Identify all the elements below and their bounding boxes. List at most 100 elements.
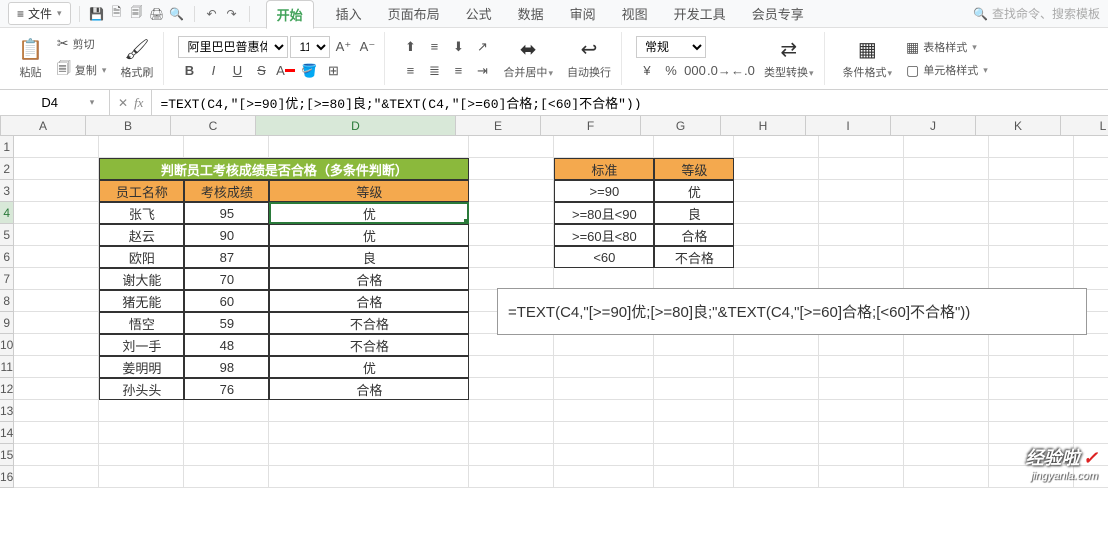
cell-I2[interactable] <box>819 158 904 180</box>
tab-dev-tools[interactable]: 开发工具 <box>670 0 730 29</box>
cell-H1[interactable] <box>734 136 819 158</box>
cell-K4[interactable] <box>989 202 1074 224</box>
file-menu[interactable]: ≡ 文件 ▾ <box>8 2 71 25</box>
cell-G5[interactable]: 合格 <box>654 224 734 246</box>
cell-A5[interactable] <box>14 224 99 246</box>
tab-page-layout[interactable]: 页面布局 <box>384 0 444 29</box>
conditional-format-button[interactable]: ▦ 条件格式▾ <box>839 35 897 82</box>
cell-I3[interactable] <box>819 180 904 202</box>
cut-button[interactable]: ✂剪切 <box>53 33 111 54</box>
cell-F2[interactable]: 标准 <box>554 158 654 180</box>
row-header-13[interactable]: 13 <box>0 400 14 422</box>
cell-B14[interactable] <box>99 422 184 444</box>
cell-G13[interactable] <box>654 400 734 422</box>
redo-icon[interactable]: ↷ <box>223 5 241 23</box>
cell-A8[interactable] <box>14 290 99 312</box>
cell-E6[interactable] <box>469 246 554 268</box>
row-header-6[interactable]: 6 <box>0 246 14 268</box>
number-format-select[interactable]: 常规 <box>636 36 706 58</box>
cell-F6[interactable]: <60 <box>554 246 654 268</box>
cell-F12[interactable] <box>554 378 654 400</box>
cell-H3[interactable] <box>734 180 819 202</box>
cell-C7[interactable]: 70 <box>184 268 269 290</box>
cell-A2[interactable] <box>14 158 99 180</box>
row-header-3[interactable]: 3 <box>0 180 14 202</box>
tab-start[interactable]: 开始 <box>266 0 314 29</box>
cell-H12[interactable] <box>734 378 819 400</box>
cell-D15[interactable] <box>269 444 469 466</box>
cell-D7[interactable]: 合格 <box>269 268 469 290</box>
cell-J3[interactable] <box>904 180 989 202</box>
type-convert-button[interactable]: ⇄ 类型转换▾ <box>760 35 818 82</box>
cell-H10[interactable] <box>734 334 819 356</box>
cell-E15[interactable] <box>469 444 554 466</box>
cell-J13[interactable] <box>904 400 989 422</box>
cell-E5[interactable] <box>469 224 554 246</box>
cell-G7[interactable] <box>654 268 734 290</box>
cell-E3[interactable] <box>469 180 554 202</box>
cell-D10[interactable]: 不合格 <box>269 334 469 356</box>
cell-B16[interactable] <box>99 466 184 488</box>
cell-K10[interactable] <box>989 334 1074 356</box>
cell-E2[interactable] <box>469 158 554 180</box>
row-header-7[interactable]: 7 <box>0 268 14 290</box>
column-header-H[interactable]: H <box>721 116 806 135</box>
cell-J1[interactable] <box>904 136 989 158</box>
column-header-J[interactable]: J <box>891 116 976 135</box>
cell-D1[interactable] <box>269 136 469 158</box>
cell-B4[interactable]: 张飞 <box>99 202 184 224</box>
cell-F1[interactable] <box>554 136 654 158</box>
cell-I7[interactable] <box>819 268 904 290</box>
tab-member[interactable]: 会员专享 <box>748 0 808 29</box>
strikethrough-button[interactable]: S <box>250 60 272 82</box>
cell-K1[interactable] <box>989 136 1074 158</box>
cell-J7[interactable] <box>904 268 989 290</box>
cell-E16[interactable] <box>469 466 554 488</box>
tab-formula[interactable]: 公式 <box>462 0 496 29</box>
row-header-15[interactable]: 15 <box>0 444 14 466</box>
cell-L7[interactable] <box>1074 268 1108 290</box>
cell-D12[interactable]: 合格 <box>269 378 469 400</box>
cell-J15[interactable] <box>904 444 989 466</box>
paste-button[interactable]: 📋 粘贴 <box>14 35 47 82</box>
column-header-F[interactable]: F <box>541 116 641 135</box>
cell-F10[interactable] <box>554 334 654 356</box>
font-size-select[interactable]: 11 <box>290 36 330 58</box>
cell-K7[interactable] <box>989 268 1074 290</box>
cell-B7[interactable]: 谢大能 <box>99 268 184 290</box>
column-header-K[interactable]: K <box>976 116 1061 135</box>
cell-K13[interactable] <box>989 400 1074 422</box>
cell-I13[interactable] <box>819 400 904 422</box>
fx-icon[interactable]: fx <box>134 95 143 111</box>
cell-L1[interactable] <box>1074 136 1108 158</box>
name-box-input[interactable] <box>15 95 85 110</box>
align-middle-button[interactable]: ≡ <box>423 36 445 58</box>
cell-L2[interactable] <box>1074 158 1108 180</box>
cell-L11[interactable] <box>1074 356 1108 378</box>
increase-font-icon[interactable]: A⁺ <box>332 36 354 58</box>
cell-F5[interactable]: >=60且<80 <box>554 224 654 246</box>
cell-J10[interactable] <box>904 334 989 356</box>
cell-C4[interactable]: 95 <box>184 202 269 224</box>
decrease-decimal-button[interactable]: ←.0 <box>732 60 754 82</box>
align-left-button[interactable]: ≡ <box>399 60 421 82</box>
format-painter-button[interactable]: 🖌 格式刷 <box>116 35 157 82</box>
cell-D14[interactable] <box>269 422 469 444</box>
cell-F15[interactable] <box>554 444 654 466</box>
row-header-2[interactable]: 2 <box>0 158 14 180</box>
cell-H6[interactable] <box>734 246 819 268</box>
column-header-L[interactable]: L <box>1061 116 1108 135</box>
row-header-16[interactable]: 16 <box>0 466 14 488</box>
cell-A6[interactable] <box>14 246 99 268</box>
cell-A10[interactable] <box>14 334 99 356</box>
name-box[interactable]: ▾ <box>0 90 110 115</box>
cell-A15[interactable] <box>14 444 99 466</box>
cell-A11[interactable] <box>14 356 99 378</box>
cell-G12[interactable] <box>654 378 734 400</box>
column-header-E[interactable]: E <box>456 116 541 135</box>
cell-E11[interactable] <box>469 356 554 378</box>
cell-E14[interactable] <box>469 422 554 444</box>
cell-I6[interactable] <box>819 246 904 268</box>
cell-B1[interactable] <box>99 136 184 158</box>
export-icon[interactable]: 🗐 <box>128 5 146 23</box>
